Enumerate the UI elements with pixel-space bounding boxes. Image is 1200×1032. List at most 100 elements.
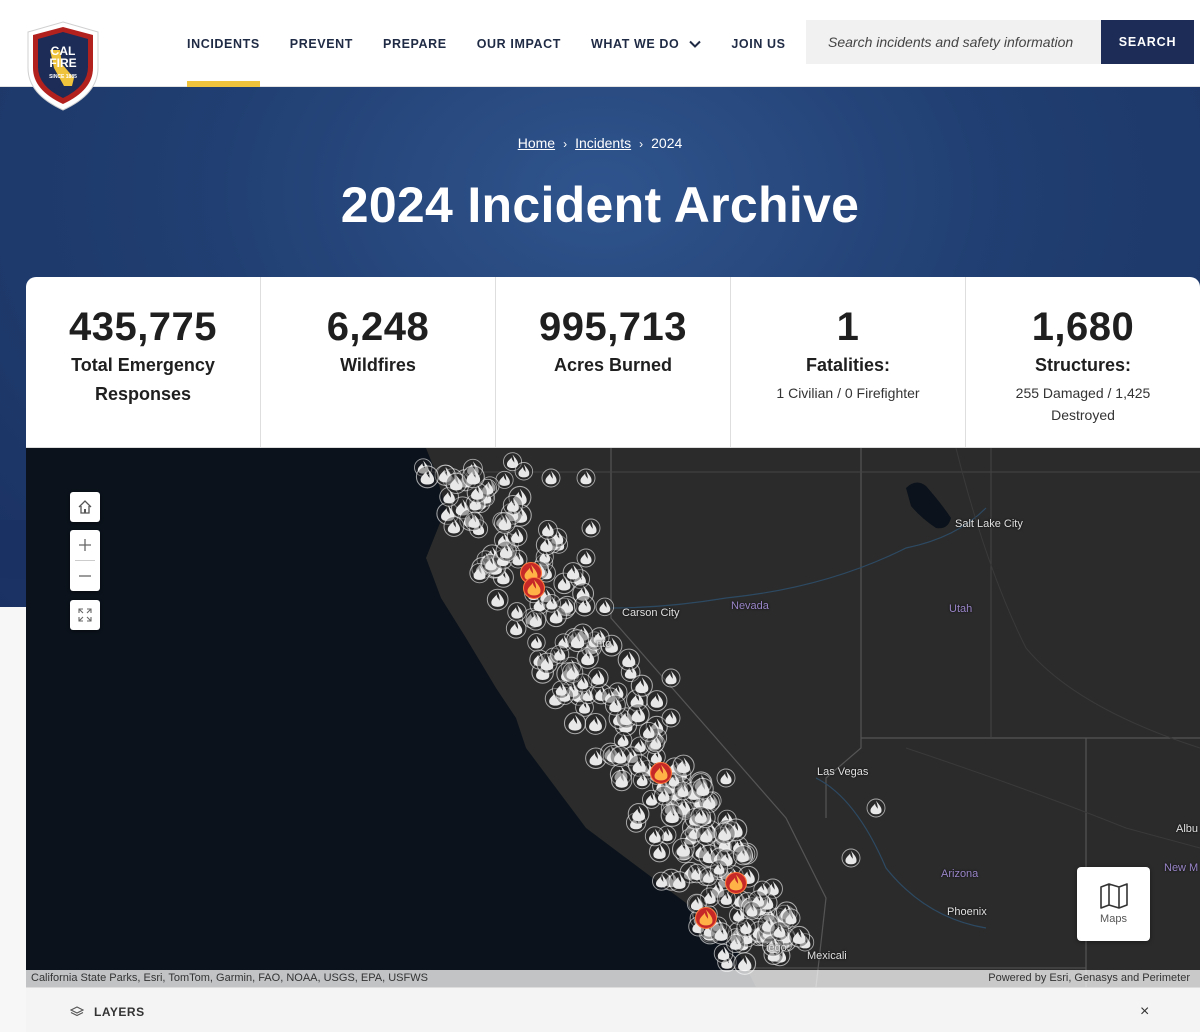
active-fire-marker[interactable] — [694, 906, 718, 930]
fire-marker[interactable] — [866, 798, 886, 818]
stat-value: 995,713 — [538, 305, 688, 349]
fire-marker[interactable] — [716, 768, 736, 788]
close-icon[interactable]: × — [1140, 1003, 1149, 1021]
zoom-out-button[interactable] — [70, 561, 100, 591]
map-label-mexicali: Mexicali — [807, 950, 847, 962]
fire-marker[interactable] — [626, 703, 650, 726]
fire-marker[interactable] — [576, 468, 596, 488]
map-label-phoenix: Phoenix — [947, 906, 987, 918]
fire-marker[interactable] — [732, 845, 754, 866]
fire-marker[interactable] — [541, 468, 561, 488]
fire-marker[interactable] — [584, 712, 607, 735]
fire-marker[interactable] — [653, 785, 674, 806]
fire-marker[interactable] — [562, 562, 584, 583]
fire-marker[interactable] — [415, 465, 439, 489]
active-fire-marker[interactable] — [522, 576, 546, 600]
calfire-logo[interactable]: CAL FIRE SINCE 1885 — [24, 20, 102, 112]
active-fire-marker[interactable] — [724, 871, 748, 895]
fire-marker[interactable] — [652, 871, 671, 891]
fire-marker[interactable] — [573, 595, 596, 617]
home-icon — [78, 500, 92, 514]
fire-marker[interactable] — [443, 516, 465, 537]
fire-marker[interactable] — [661, 668, 681, 688]
layers-toggle[interactable]: LAYERS — [70, 1005, 145, 1019]
fire-marker[interactable] — [690, 806, 712, 827]
incident-map[interactable]: Salt Lake City Carson City Nevada Utah n… — [26, 448, 1200, 987]
fire-marker[interactable] — [595, 597, 615, 617]
attribution-right[interactable]: Powered by Esri, Genasys and Perimeter — [988, 970, 1190, 987]
fire-marker[interactable] — [552, 680, 571, 699]
map-label-utah: Utah — [949, 603, 973, 615]
fire-marker[interactable] — [494, 512, 516, 534]
fire-marker[interactable] — [611, 769, 633, 792]
fire-marker[interactable] — [692, 777, 714, 800]
breadcrumb-home[interactable]: Home — [518, 135, 555, 151]
fire-marker[interactable] — [464, 511, 484, 532]
fire-marker[interactable] — [710, 859, 729, 878]
fire-marker[interactable] — [609, 745, 631, 768]
fire-marker[interactable] — [630, 674, 653, 697]
expand-icon — [78, 608, 92, 622]
fire-marker[interactable] — [661, 708, 681, 728]
fire-marker[interactable] — [668, 871, 690, 893]
fire-marker[interactable] — [638, 721, 659, 742]
fire-marker[interactable] — [671, 837, 695, 861]
map-fullscreen-button[interactable] — [70, 600, 100, 630]
fire-marker[interactable] — [646, 690, 668, 712]
fire-marker[interactable] — [581, 518, 601, 538]
zoom-in-button[interactable] — [70, 530, 100, 560]
fire-marker[interactable] — [527, 633, 546, 652]
main-nav: INCIDENTS PREVENT PREPARE OUR IMPACT WHA… — [172, 0, 801, 87]
active-fire-marker[interactable] — [649, 761, 673, 785]
fire-marker[interactable] — [525, 609, 547, 631]
breadcrumb-incidents[interactable]: Incidents — [575, 135, 631, 151]
fire-marker[interactable] — [542, 594, 561, 613]
nav-label: WHAT WE DO — [590, 36, 680, 51]
fire-marker[interactable] — [788, 925, 811, 948]
fire-marker[interactable] — [538, 519, 558, 540]
page-title: 2024 Incident Archive — [340, 177, 860, 233]
stat-value: 1,680 — [1031, 305, 1135, 349]
fire-marker[interactable] — [550, 644, 570, 664]
fire-marker[interactable] — [673, 781, 693, 801]
fire-marker[interactable] — [461, 465, 485, 489]
stat-value: 435,775 — [68, 305, 218, 349]
fire-marker[interactable] — [563, 712, 587, 735]
fire-marker[interactable] — [566, 629, 590, 653]
fire-marker[interactable] — [660, 803, 684, 827]
fire-marker[interactable] — [644, 826, 665, 847]
fire-marker[interactable] — [736, 917, 756, 938]
search-button[interactable]: SEARCH — [1101, 20, 1194, 64]
fire-marker[interactable] — [502, 495, 523, 516]
fire-marker[interactable] — [627, 803, 650, 825]
fire-marker[interactable] — [672, 754, 695, 777]
map-attribution: California State Parks, Esri, TomTom, Ga… — [26, 970, 1200, 987]
fire-marker[interactable] — [486, 588, 509, 611]
map-zoom-controls — [70, 530, 100, 591]
site-header: CAL FIRE SINCE 1885 INCIDENTS PREVENT PR… — [0, 0, 1200, 111]
fire-marker[interactable] — [573, 673, 593, 693]
fire-marker[interactable] — [713, 822, 736, 845]
fire-marker[interactable] — [514, 462, 534, 481]
map-label-san-diego: iego — [766, 942, 787, 954]
fire-marker[interactable] — [841, 848, 861, 868]
fire-marker[interactable] — [633, 770, 652, 790]
nav-prevent[interactable]: PREVENT — [275, 0, 368, 87]
search-input[interactable] — [806, 20, 1102, 64]
nav-our-impact[interactable]: OUR IMPACT — [462, 0, 576, 87]
nav-what-we-do[interactable]: WHAT WE DO — [576, 0, 716, 87]
nav-join-us[interactable]: JOIN US — [716, 0, 800, 87]
fire-marker[interactable] — [507, 602, 527, 622]
fire-marker[interactable] — [604, 694, 626, 716]
nav-incidents[interactable]: INCIDENTS — [172, 0, 275, 87]
map-home-button[interactable] — [70, 492, 100, 522]
chevron-right-icon: › — [563, 137, 568, 151]
fire-marker[interactable] — [781, 908, 801, 928]
fire-marker[interactable] — [617, 648, 640, 671]
map-label-carson-city: Carson City — [622, 607, 680, 619]
nav-prepare[interactable]: PREPARE — [368, 0, 462, 87]
fire-marker[interactable] — [710, 922, 733, 945]
maps-toggle-button[interactable]: Maps — [1077, 867, 1150, 941]
fire-marker[interactable] — [742, 901, 762, 920]
fire-marker[interactable] — [576, 548, 596, 568]
